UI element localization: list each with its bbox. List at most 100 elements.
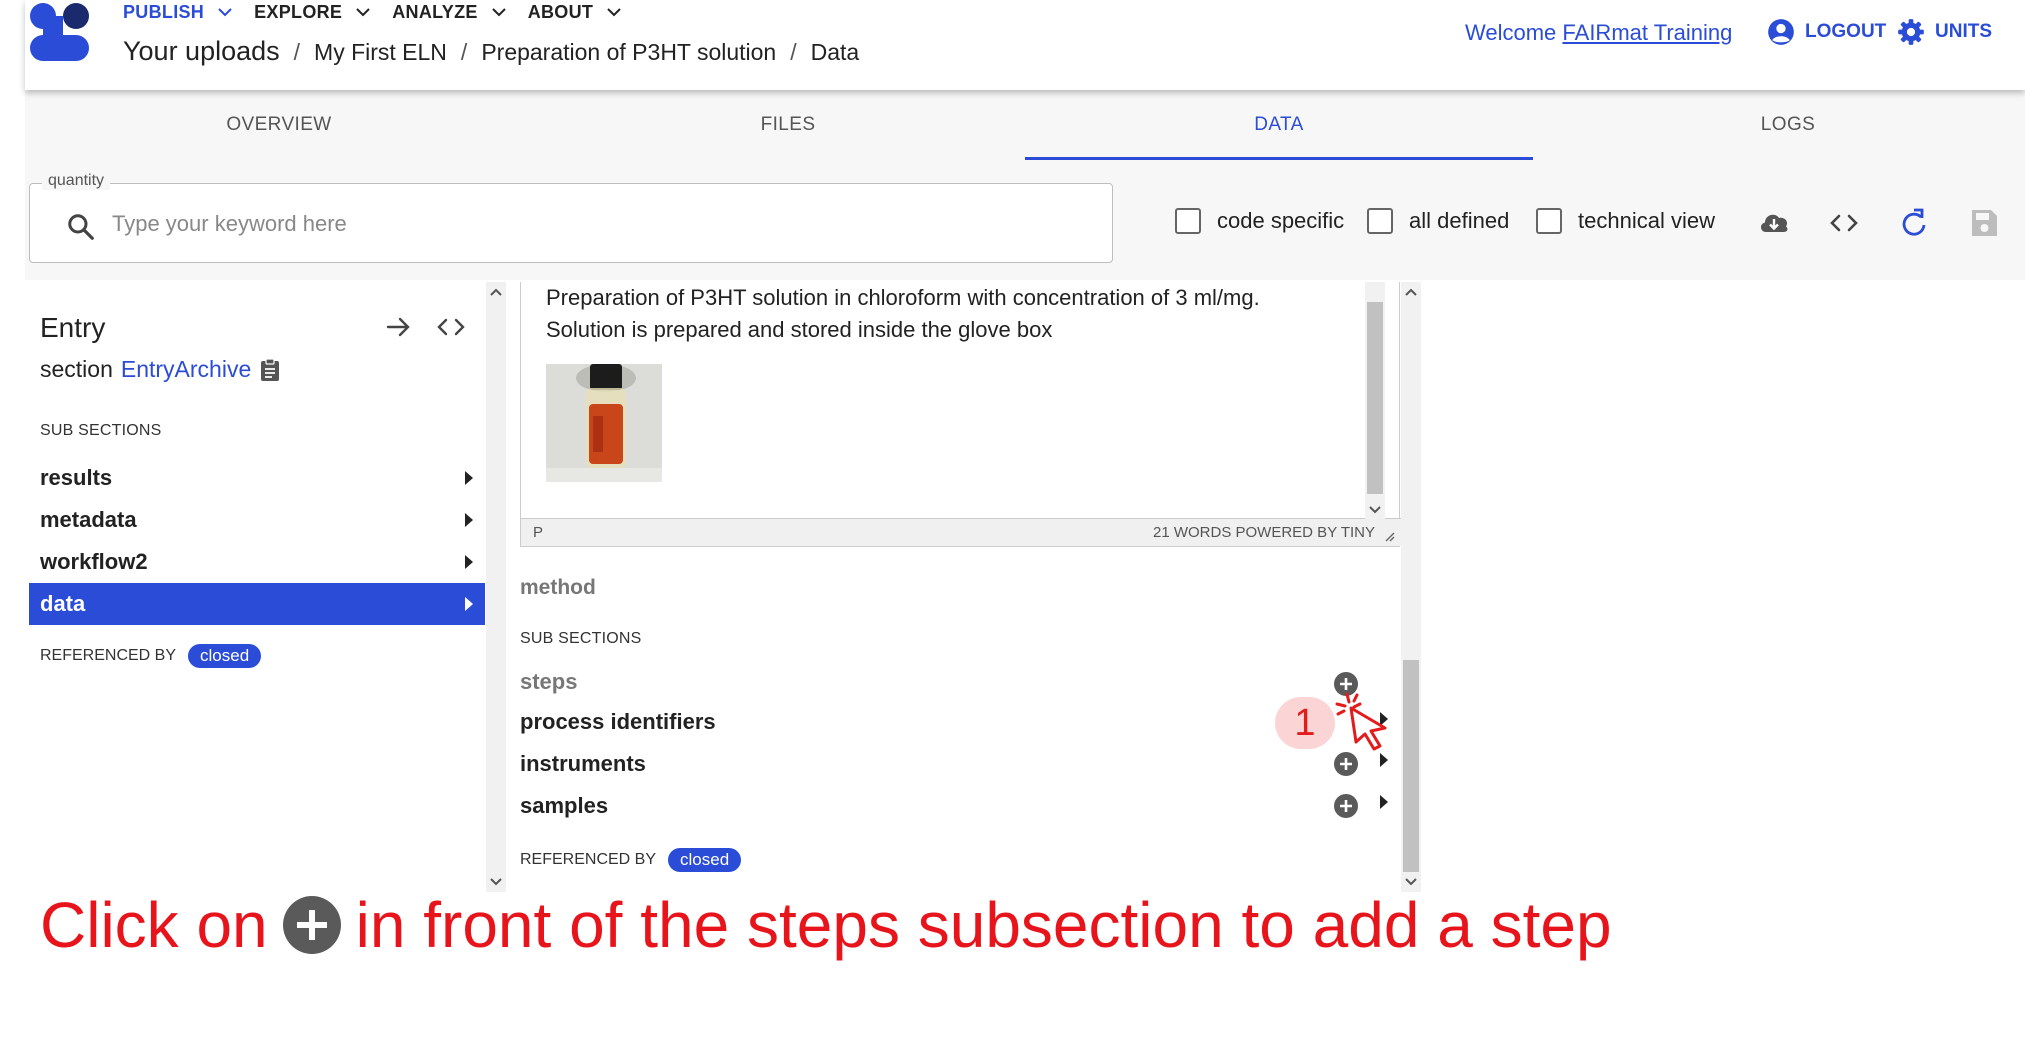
vial-image (546, 364, 662, 482)
subsection-item-workflow2[interactable]: workflow2 (29, 541, 485, 583)
subsection-item-process-identifiers[interactable]: process identifiers (520, 709, 716, 735)
editor-path: P (533, 524, 544, 541)
editor-scrollbar[interactable] (1365, 282, 1385, 519)
instruction-caption: Click on in front of the steps subsectio… (40, 888, 1612, 962)
checkbox-label: code specific (1217, 208, 1345, 233)
checkbox-box[interactable] (1536, 208, 1562, 234)
description-line: Preparation of P3HT solution in chlorofo… (546, 285, 1260, 310)
breadcrumb-data[interactable]: Data (811, 39, 860, 66)
chevron-down-icon (607, 8, 621, 17)
scroll-up-icon[interactable] (1404, 287, 1418, 297)
reload-icon[interactable] (1897, 207, 1931, 239)
caret-right-icon[interactable] (1380, 795, 1388, 809)
tab-overview[interactable]: OVERVIEW (25, 90, 533, 160)
save-icon[interactable] (1967, 207, 2001, 239)
add-instruments-button[interactable] (1333, 751, 1359, 777)
breadcrumb-separator: / (293, 39, 301, 65)
editor-scroll-thumb[interactable] (1367, 302, 1383, 494)
subsection-label: metadata (40, 507, 137, 532)
referenced-by: REFERENCED BY closed (40, 644, 262, 668)
nav-analyze[interactable]: ANALYZE (392, 1, 506, 23)
caret-right-icon (465, 597, 473, 611)
caret-right-icon (465, 555, 473, 569)
editor-word-count: 21 WORDS POWERED BY TINY (1153, 524, 1375, 541)
description-editor[interactable]: Preparation of P3HT solution in chlorofo… (520, 282, 1401, 547)
vial-photo (546, 364, 662, 482)
subsection-item-metadata[interactable]: metadata (29, 499, 485, 541)
nav-publish[interactable]: PUBLISH (123, 2, 232, 23)
section-link[interactable]: EntryArchive (121, 356, 251, 383)
logout-button[interactable]: LOGOUT (1767, 18, 1886, 46)
description-line: Solution is prepared and stored inside t… (546, 317, 1053, 342)
breadcrumb-separator: / (790, 39, 797, 65)
subsection-item-results[interactable]: results (29, 457, 485, 499)
section-line: section EntryArchive (40, 356, 281, 383)
add-samples-button[interactable] (1333, 793, 1359, 819)
units-button[interactable]: UNITS (1897, 18, 1992, 46)
logout-label: LOGOUT (1805, 21, 1887, 42)
tab-files[interactable]: FILES (534, 90, 1042, 160)
scroll-up-icon[interactable] (489, 287, 503, 297)
nav-analyze-label: ANALYZE (392, 1, 478, 22)
search-legend: quantity (42, 172, 111, 190)
data-panel: Preparation of P3HT solution in chlorofo… (508, 282, 1423, 892)
data-panel-scrollbar[interactable] (1401, 282, 1421, 892)
referenced-by-chip[interactable]: closed (188, 644, 262, 668)
subsection-item-samples[interactable]: samples (520, 793, 608, 819)
chevron-down-icon (356, 8, 370, 17)
breadcrumb: Your uploads / My First ELN / Preparatio… (123, 36, 859, 67)
nav-publish-label: PUBLISH (123, 1, 205, 22)
subsection-item-instruments[interactable]: instruments (520, 751, 646, 777)
nav-about-label: ABOUT (527, 1, 594, 22)
account-circle-icon (1768, 19, 1794, 45)
subsection-item-data[interactable]: data (29, 583, 485, 625)
checkbox-code-specific[interactable]: code specific (1175, 208, 1344, 234)
subsection-label: results (40, 465, 113, 490)
gear-icon (1898, 19, 1924, 45)
scroll-down-icon[interactable] (1368, 505, 1382, 515)
code-icon[interactable] (1827, 207, 1861, 239)
checkbox-all-defined[interactable]: all defined (1367, 208, 1509, 234)
scroll-down-icon[interactable] (1404, 877, 1418, 887)
nav-about[interactable]: ABOUT (528, 2, 622, 23)
data-panel-scroll-thumb[interactable] (1403, 660, 1419, 872)
breadcrumb-entry[interactable]: Preparation of P3HT solution (481, 39, 776, 66)
caret-right-icon (465, 471, 473, 485)
caption-before: Click on (40, 889, 268, 961)
cloud-download-icon[interactable] (1757, 207, 1791, 239)
checkbox-box[interactable] (1367, 208, 1393, 234)
entry-title: Entry (40, 312, 106, 343)
caret-right-icon[interactable] (1380, 753, 1388, 767)
chevron-down-icon (218, 8, 232, 17)
search-input[interactable] (112, 202, 1072, 246)
arrow-right-icon[interactable] (384, 314, 414, 340)
user-name-link[interactable]: FAIRmat Training (1562, 20, 1732, 45)
checkbox-technical-view[interactable]: technical view (1536, 208, 1715, 234)
subsections-heading: SUB SECTIONS (40, 422, 162, 439)
referenced-by-chip[interactable]: closed (668, 848, 742, 872)
breadcrumb-your-uploads[interactable]: Your uploads (123, 36, 280, 67)
nav-explore-label: EXPLORE (254, 1, 343, 22)
main-nav: PUBLISH EXPLORE ANALYZE ABOUT (123, 0, 621, 24)
nav-explore[interactable]: EXPLORE (254, 2, 370, 23)
subsection-label: workflow2 (40, 549, 148, 574)
clipboard-icon[interactable] (259, 357, 281, 382)
tab-logs[interactable]: LOGS (1534, 90, 2025, 160)
checkbox-box[interactable] (1175, 208, 1201, 234)
tab-data[interactable]: DATA (1025, 90, 1533, 160)
code-icon[interactable] (436, 314, 466, 340)
nomad-logo-icon[interactable] (28, 2, 96, 66)
resize-handle-icon[interactable] (1383, 530, 1395, 542)
caption-after: in front of the steps subsection to add … (355, 889, 1612, 961)
checkbox-label: technical view (1578, 208, 1715, 233)
editor-content[interactable]: Preparation of P3HT solution in chlorofo… (546, 282, 1366, 346)
referenced-by: REFERENCED BY closed (520, 848, 742, 872)
entry-panel: Entry section EntryArchive SUB SECTIONS … (29, 282, 485, 892)
units-label: UNITS (1935, 21, 1992, 42)
referenced-by-label: REFERENCED BY (520, 851, 657, 868)
breadcrumb-upload[interactable]: My First ELN (314, 39, 447, 66)
subsection-item-steps[interactable]: steps (520, 669, 577, 695)
scroll-down-icon[interactable] (489, 877, 503, 887)
breadcrumb-separator: / (460, 39, 468, 65)
left-panel-scrollbar[interactable] (486, 282, 506, 892)
